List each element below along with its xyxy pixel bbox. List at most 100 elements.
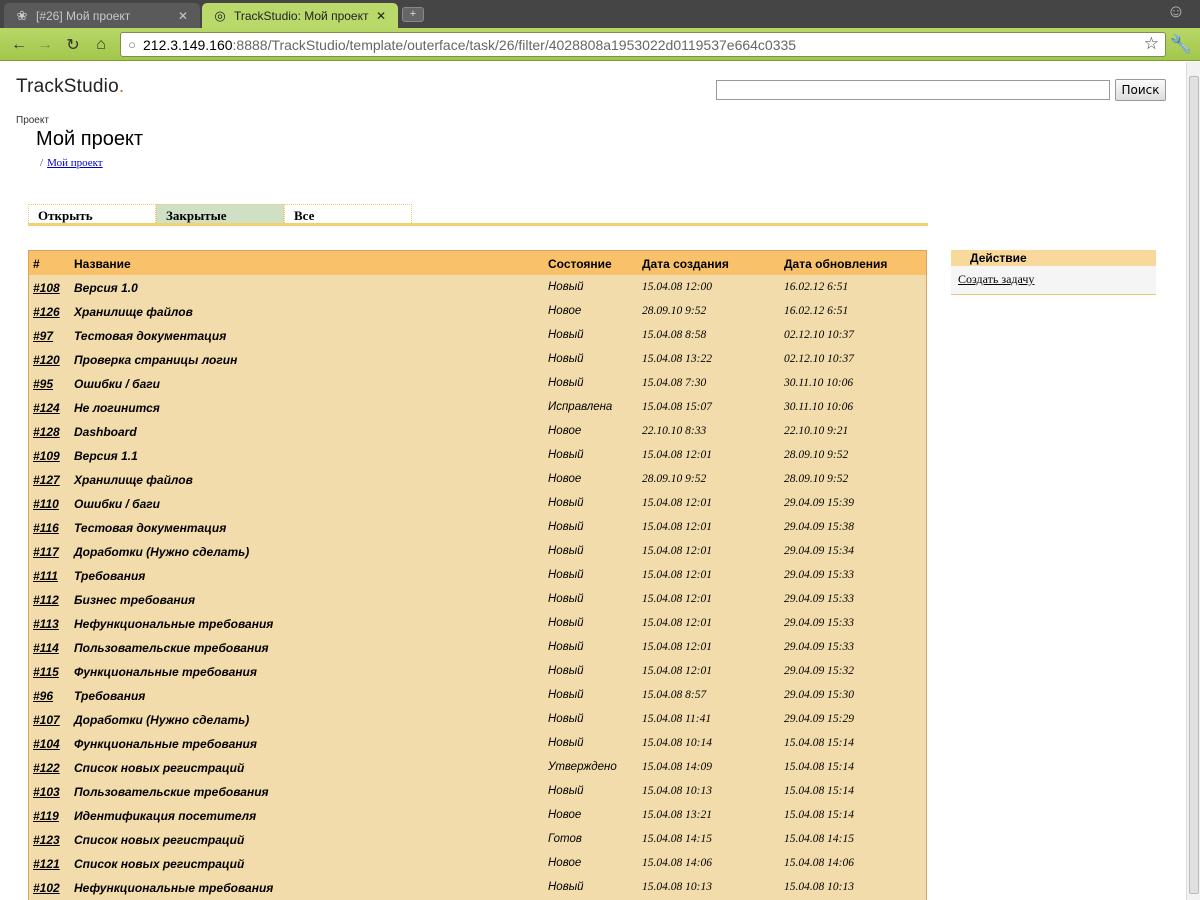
task-created-date: 15.04.08 12:01 [642,641,712,653]
column-header-updated[interactable]: Дата обновления [784,257,924,275]
browser-tab-active[interactable]: ◎ TrackStudio: Мой проект ✕ [202,3,398,28]
task-id-link[interactable]: #108 [29,281,74,299]
table-row[interactable]: #120 Проверка страницы логин Новый 15.04.08… [29,347,926,371]
column-header-created[interactable]: Дата создания [642,257,784,275]
table-row[interactable]: #112 Бизнес требования Новый 15.04.08 12:01… [29,587,926,611]
task-id-link[interactable]: #112 [29,593,74,611]
task-name: Dashboard [74,425,137,439]
new-tab-button[interactable]: + [402,7,424,22]
scrollbar-thumb[interactable] [1189,76,1199,894]
task-id-link[interactable]: #120 [29,353,74,371]
task-created-date: 15.04.08 12:01 [642,569,712,581]
search-button[interactable]: Поиск [1115,79,1166,101]
task-id-link[interactable]: #103 [29,785,74,803]
task-id-link[interactable]: #114 [29,641,74,659]
table-row[interactable]: #126 Хранилище файлов Новое 28.09.10 9:52 16… [29,299,926,323]
table-row[interactable]: #103 Пользовательские требования Новый 15.0… [29,779,926,803]
table-row[interactable]: #95 Ошибки / баги Новый 15.04.08 7:30 30.11.… [29,371,926,395]
table-row[interactable]: #109 Версия 1.1 Новый 15.04.08 12:01 28.09.1… [29,443,926,467]
task-updated-date: 29.04.09 15:33 [784,569,854,581]
table-row[interactable]: #116 Тестовая документация Новый 15.04.08 1… [29,515,926,539]
task-state: Новое [548,809,582,821]
task-id-link[interactable]: #121 [29,857,74,875]
task-id-link[interactable]: #119 [29,809,74,827]
task-id-link[interactable]: #127 [29,473,74,491]
task-updated-date: 29.04.09 15:29 [784,713,854,725]
task-id-link[interactable]: #111 [29,569,74,587]
task-name: Нефункциональные требования [74,617,274,631]
task-id-link[interactable]: #109 [29,449,74,467]
tab-closed[interactable]: Закрытые [156,204,284,223]
actions-panel: Действие Создать задачу [951,250,1156,295]
table-row[interactable]: #113 Нефункциональные требования Новый 15.0… [29,611,926,635]
tab-all[interactable]: Все [284,204,412,223]
task-id-link[interactable]: #110 [29,497,74,515]
task-id-link[interactable]: #123 [29,833,74,851]
task-name: Тестовая документация [74,521,227,535]
globe-icon: ◎ [214,7,226,23]
wrench-menu-icon[interactable]: 🔧 [1170,34,1192,55]
column-header-state[interactable]: Состояние [548,257,642,275]
table-row[interactable]: #96 Требования Новый 15.04.08 8:57 29.04.09 … [29,683,926,707]
table-row[interactable]: #108 Версия 1.0 Новый 15.04.08 12:00 16.02.1… [29,275,926,299]
tab-open[interactable]: Открыть [28,204,156,223]
table-row[interactable]: #104 Функциональные требования Новый 15.04.… [29,731,926,755]
forward-arrow-icon[interactable]: → [34,34,56,56]
task-updated-date: 15.04.08 14:15 [784,833,854,845]
task-id-link[interactable]: #126 [29,305,74,323]
tab-title: [#26] Мой проект [36,8,131,23]
table-row[interactable]: #107 Доработки (Нужно сделать) Новый 15.04.… [29,707,926,731]
table-row[interactable]: #97 Тестовая документация Новый 15.04.08 8:… [29,323,926,347]
task-id-link[interactable]: #96 [29,689,74,707]
vertical-scrollbar[interactable] [1186,62,1200,900]
browser-tab-inactive[interactable]: ❀ [#26] Мой проект ✕ [4,3,200,28]
table-row[interactable]: #117 Доработки (Нужно сделать) Новый 15.04.… [29,539,926,563]
trackstudio-logo[interactable]: TrackStudio. [16,76,124,98]
table-row[interactable]: #110 Ошибки / баги Новый 15.04.08 12:01 29.0… [29,491,926,515]
page-info-icon[interactable]: ○ [121,37,143,52]
page-title: Мой проект [36,128,144,150]
table-row[interactable]: #127 Хранилище файлов Новое 28.09.10 9:52 28… [29,467,926,491]
task-state: Исправлена [548,401,613,413]
close-icon[interactable]: ✕ [176,9,190,23]
column-header-number[interactable]: # [29,257,74,275]
table-row[interactable]: #115 Функциональные требования Новый 15.04.… [29,659,926,683]
table-row[interactable]: #123 Список новых регистраций Готов 15.04.0… [29,827,926,851]
table-row[interactable]: #102 Нефункциональные требования Новый 15.0… [29,875,926,899]
task-name: Нефункциональные требования [74,881,274,895]
task-id-link[interactable]: #113 [29,617,74,635]
address-bar[interactable]: ○ 212.3.149.160 :8888/TrackStudio/templa… [120,32,1166,57]
table-row[interactable]: #111 Требования Новый 15.04.08 12:01 29.04.0… [29,563,926,587]
task-id-link[interactable]: #95 [29,377,74,395]
table-row[interactable]: #114 Пользовательские требования Новый 15.0… [29,635,926,659]
bookmark-star-icon[interactable]: ☆ [1144,34,1159,54]
task-updated-date: 29.04.09 15:39 [784,497,854,509]
create-task-link[interactable]: Создать задачу [951,266,1156,287]
task-id-link[interactable]: #124 [29,401,74,419]
task-created-date: 15.04.08 12:01 [642,521,712,533]
close-icon[interactable]: ✕ [374,9,388,23]
task-id-link[interactable]: #122 [29,761,74,779]
table-row[interactable]: #122 Список новых регистраций Утверждено 15… [29,755,926,779]
task-id-link[interactable]: #107 [29,713,74,731]
task-id-link[interactable]: #116 [29,521,74,539]
task-id-link[interactable]: #104 [29,737,74,755]
table-row[interactable]: #119 Идентификация посетителя Новое 15.04.0… [29,803,926,827]
column-header-name[interactable]: Название [74,257,548,275]
task-id-link[interactable]: #102 [29,881,74,899]
search-input[interactable] [716,80,1110,100]
back-arrow-icon[interactable]: ← [8,34,30,56]
task-id-link[interactable]: #97 [29,329,74,347]
task-created-date: 15.04.08 14:06 [642,857,712,869]
table-row[interactable]: #128 Dashboard Новое 22.10.10 8:33 22.10.10 … [29,419,926,443]
task-id-link[interactable]: #117 [29,545,74,563]
reload-icon[interactable]: ↻ [62,34,84,56]
task-updated-date: 30.11.10 10:06 [784,377,854,389]
table-row[interactable]: #124 Не логинится Исправлена 15.04.08 15:07… [29,395,926,419]
task-id-link[interactable]: #115 [29,665,74,683]
table-row[interactable]: #121 Список новых регистраций Новое 15.04.0… [29,851,926,875]
breadcrumb-link-project[interactable]: Мой проект [47,157,103,169]
home-icon[interactable]: ⌂ [90,34,112,56]
task-id-link[interactable]: #128 [29,425,74,443]
task-updated-date: 29.04.09 15:30 [784,689,854,701]
